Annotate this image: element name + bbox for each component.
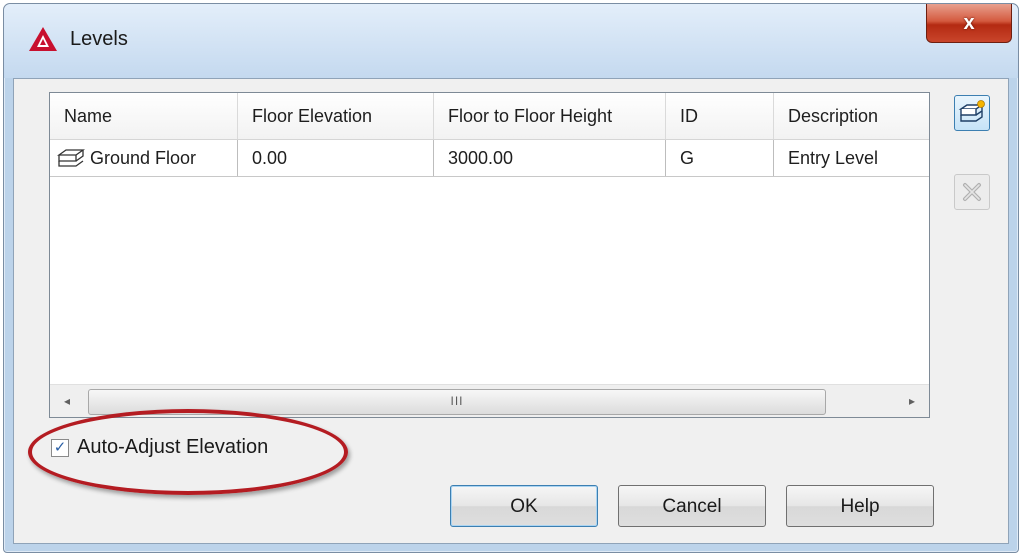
dialog-body: Name Floor Elevation Floor to Floor Heig… [13,78,1009,544]
close-button[interactable]: x [926,4,1012,43]
column-header-name[interactable]: Name [50,93,238,139]
close-icon: x [963,11,975,34]
column-header-floor-to-floor-height[interactable]: Floor to Floor Height [434,93,666,139]
cell-description[interactable]: Entry Level [774,140,929,176]
column-header-floor-elevation[interactable]: Floor Elevation [238,93,434,139]
ok-button[interactable]: OK [450,485,598,527]
table-row[interactable]: Ground Floor 0.00 3000.00 G Entry Level [50,140,929,177]
cell-floor-elevation[interactable]: 0.00 [238,140,434,176]
scroll-left-arrow[interactable]: ◂ [50,385,84,417]
delete-level-icon [963,183,981,201]
scroll-thumb-grip: III [450,394,464,408]
table-header: Name Floor Elevation Floor to Floor Heig… [50,93,929,140]
autocad-logo-icon [29,27,57,51]
delete-level-button[interactable] [954,174,990,210]
add-level-button[interactable] [954,95,990,131]
help-button[interactable]: Help [786,485,934,527]
auto-adjust-elevation-checkbox[interactable]: ✓ [51,438,69,457]
levels-dialog: Levels x Name Floor Elevation Floor to F… [3,3,1019,553]
scroll-right-arrow[interactable]: ▸ [895,385,929,417]
add-level-icon [958,100,985,122]
cell-floor-to-floor-height[interactable]: 3000.00 [434,140,666,176]
title-bar[interactable]: Levels x [4,4,1018,78]
column-header-id[interactable]: ID [666,93,774,139]
cancel-button[interactable]: Cancel [618,485,766,527]
column-header-description[interactable]: Description [774,93,929,139]
checkmark-icon: ✓ [53,439,67,456]
window-title: Levels [70,28,128,50]
cell-name-text: Ground Floor [90,148,197,168]
auto-adjust-elevation-label: Auto-Adjust Elevation [77,436,269,458]
level-stack-icon [56,149,86,167]
auto-adjust-elevation-option[interactable]: ✓ Auto-Adjust Elevation [51,436,268,459]
cell-name[interactable]: Ground Floor [50,140,238,176]
cell-id[interactable]: G [666,140,774,176]
levels-table: Name Floor Elevation Floor to Floor Heig… [49,92,930,418]
